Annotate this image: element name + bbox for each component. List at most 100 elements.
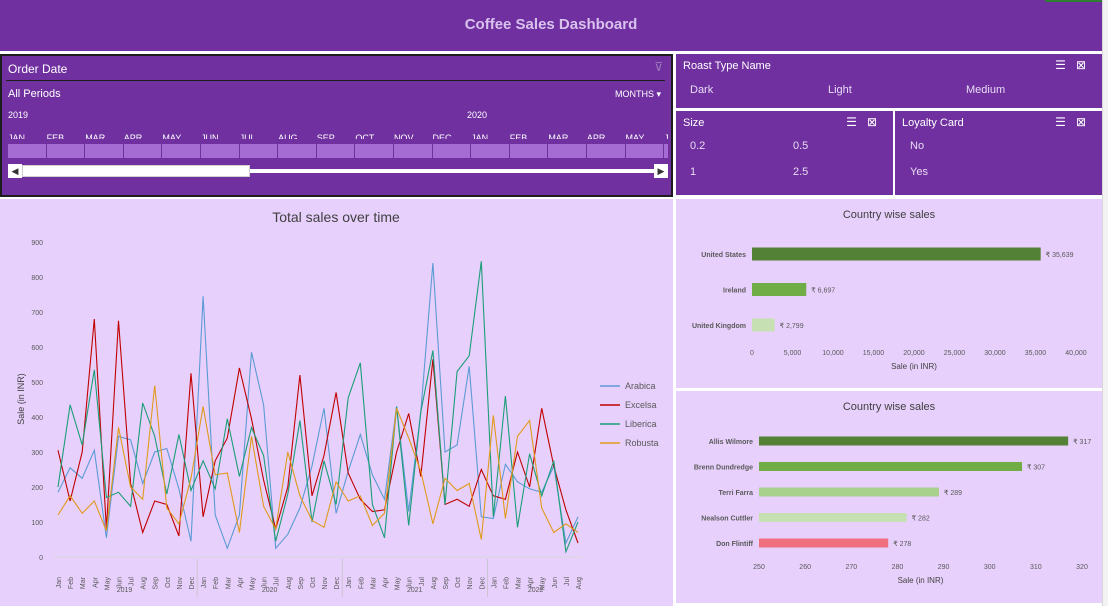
timeline-level-dropdown[interactable]: MONTHS ▾ bbox=[615, 89, 661, 100]
clear-filter-icon[interactable]: ⊠ bbox=[1076, 115, 1096, 129]
timeline-month-cell[interactable] bbox=[586, 144, 626, 158]
category-label: Brenn Dundredge bbox=[694, 465, 753, 472]
series-line-excelsa bbox=[57, 318, 579, 544]
timeline-month-cell[interactable] bbox=[509, 144, 549, 158]
data-label: ₹ 282 bbox=[912, 515, 930, 523]
timeline-month-cell[interactable] bbox=[162, 144, 201, 158]
chevron-down-icon: ▾ bbox=[656, 89, 661, 99]
x-tick-label: Oct bbox=[455, 577, 462, 588]
multi-select-icon[interactable]: ☰ bbox=[1055, 115, 1076, 129]
timeline-month-cell[interactable] bbox=[432, 144, 472, 158]
scroll-right-icon[interactable]: ▶ bbox=[654, 164, 668, 178]
x-year-label: 2022 bbox=[528, 587, 544, 594]
series-line-liberica bbox=[57, 261, 579, 554]
bar bbox=[759, 462, 1023, 471]
slicer-item-size[interactable]: 2.5 bbox=[793, 166, 808, 178]
y-tick-label: 600 bbox=[31, 345, 43, 352]
slicer-item-size[interactable]: 0.5 bbox=[793, 140, 808, 152]
customer-sales-chart[interactable]: Country wise sales Allis Wilmore ₹ 317 Bren… bbox=[676, 391, 1102, 603]
order-date-timeline[interactable]: Order Date ⊽ All Periods MONTHS ▾ 2019 2… bbox=[0, 54, 673, 197]
x-tick-label: Aug bbox=[431, 577, 438, 590]
timeline-month-label: NOV bbox=[393, 133, 414, 139]
x-tick-label: Nov bbox=[322, 577, 329, 590]
timeline-periods-label: All Periods bbox=[8, 88, 61, 100]
x-tick-label: Jul bbox=[274, 577, 281, 586]
x-tick-label: Aug bbox=[141, 577, 148, 590]
scroll-left-icon[interactable]: ◀ bbox=[8, 164, 22, 178]
x-tick-label: Jan bbox=[491, 577, 498, 588]
timeline-scrollbar[interactable]: ◀ ▶ bbox=[8, 164, 668, 178]
x-tick-label: Sep bbox=[443, 577, 450, 590]
timeline-month-cell[interactable] bbox=[46, 144, 86, 158]
x-tick-label: 0 bbox=[750, 350, 754, 357]
x-tick-label: Jul bbox=[564, 577, 571, 586]
timeline-month-cell[interactable] bbox=[278, 144, 317, 158]
x-tick-label: May bbox=[249, 577, 256, 591]
timeline-month-cell[interactable] bbox=[664, 144, 668, 158]
timeline-month-cell[interactable] bbox=[200, 144, 240, 158]
timeline-period-bar[interactable] bbox=[8, 144, 668, 158]
sales-over-time-chart[interactable]: Total sales over time 0 100 200 300 400 500 600… bbox=[0, 199, 673, 606]
sheet-gridline-strip bbox=[1102, 0, 1108, 606]
slicer-item-light[interactable]: Light bbox=[828, 84, 852, 96]
slicer-item-medium[interactable]: Medium bbox=[966, 84, 1005, 96]
x-tick-label: Sep bbox=[298, 577, 305, 590]
dashboard-header: Coffee Sales Dashboard bbox=[0, 0, 1102, 51]
timeline-month-cell[interactable] bbox=[355, 144, 394, 158]
data-label: ₹ 278 bbox=[893, 540, 911, 548]
x-tick-label: 290 bbox=[938, 564, 950, 571]
x-tick-label: Oct bbox=[310, 577, 317, 588]
slicer-item-size[interactable]: 1 bbox=[690, 166, 696, 178]
clear-filter-icon[interactable]: ⊽ bbox=[654, 60, 663, 74]
x-tick-label: Jan bbox=[346, 577, 353, 588]
slicer-item-dark[interactable]: Dark bbox=[690, 84, 713, 96]
x-tick-label: Aug bbox=[576, 577, 583, 590]
timeline-month-label: JAN bbox=[471, 133, 489, 139]
slicer-item-size[interactable]: 0.2 bbox=[690, 140, 705, 152]
timeline-year-label: 2019 bbox=[8, 110, 29, 120]
timeline-month-cell[interactable] bbox=[85, 144, 124, 158]
timeline-month-cell[interactable] bbox=[316, 144, 356, 158]
legend-label: Liberica bbox=[625, 419, 657, 429]
slicer-item-yes[interactable]: Yes bbox=[910, 166, 928, 178]
timeline-month-labels: JAN FEB MAR APR MAY JUN JUL AUG SEP OCT NOV DEC JAN F… bbox=[8, 128, 668, 139]
x-tick-label: Mar bbox=[225, 576, 232, 589]
timeline-month-cell[interactable] bbox=[123, 144, 163, 158]
category-label: Nealson Cuttler bbox=[701, 516, 753, 523]
x-year-label: 2019 bbox=[117, 587, 133, 594]
timeline-month-cell[interactable] bbox=[471, 144, 510, 158]
x-tick-label: Jun bbox=[552, 577, 559, 588]
country-sales-chart[interactable]: Country wise sales United States ₹ 35,639 I… bbox=[676, 199, 1102, 388]
timeline-month-cell[interactable] bbox=[625, 144, 665, 158]
y-tick-label: 900 bbox=[31, 240, 43, 247]
multi-select-icon[interactable]: ☰ bbox=[846, 115, 867, 129]
legend-label: Arabica bbox=[625, 381, 656, 391]
x-tick-label: 260 bbox=[799, 564, 811, 571]
bar bbox=[759, 513, 907, 522]
timeline-month-cell[interactable] bbox=[393, 144, 433, 158]
x-tick-label: 25,000 bbox=[944, 350, 966, 357]
timeline-month-cell[interactable] bbox=[8, 144, 47, 158]
timeline-year-label: 2020 bbox=[467, 110, 488, 120]
timeline-month-cell[interactable] bbox=[548, 144, 587, 158]
clear-filter-icon[interactable]: ⊠ bbox=[1076, 58, 1096, 72]
timeline-month-cell[interactable] bbox=[239, 144, 279, 158]
bar bbox=[752, 283, 807, 296]
x-tick-label: 15,000 bbox=[863, 350, 885, 357]
timeline-month-label: AUG bbox=[278, 133, 298, 139]
x-tick-label: 30,000 bbox=[984, 350, 1006, 357]
x-tick-label: Nov bbox=[177, 577, 184, 590]
clear-filter-icon[interactable]: ⊠ bbox=[867, 115, 887, 129]
x-tick-label: 280 bbox=[892, 564, 904, 571]
multi-select-icon[interactable]: ☰ bbox=[1055, 58, 1076, 72]
cell-selection-marker bbox=[1045, 0, 1102, 2]
scrollbar-thumb[interactable] bbox=[22, 165, 250, 177]
timeline-divider bbox=[6, 80, 665, 81]
chart-title: Country wise sales bbox=[843, 401, 936, 413]
slicer-item-no[interactable]: No bbox=[910, 140, 924, 152]
timeline-month-label: MAY bbox=[162, 133, 182, 139]
x-tick-label: Jan bbox=[201, 577, 208, 588]
data-label: ₹ 317 bbox=[1073, 438, 1091, 446]
timeline-month-label: SEP bbox=[316, 133, 335, 139]
x-tick-label: Feb bbox=[213, 577, 220, 589]
